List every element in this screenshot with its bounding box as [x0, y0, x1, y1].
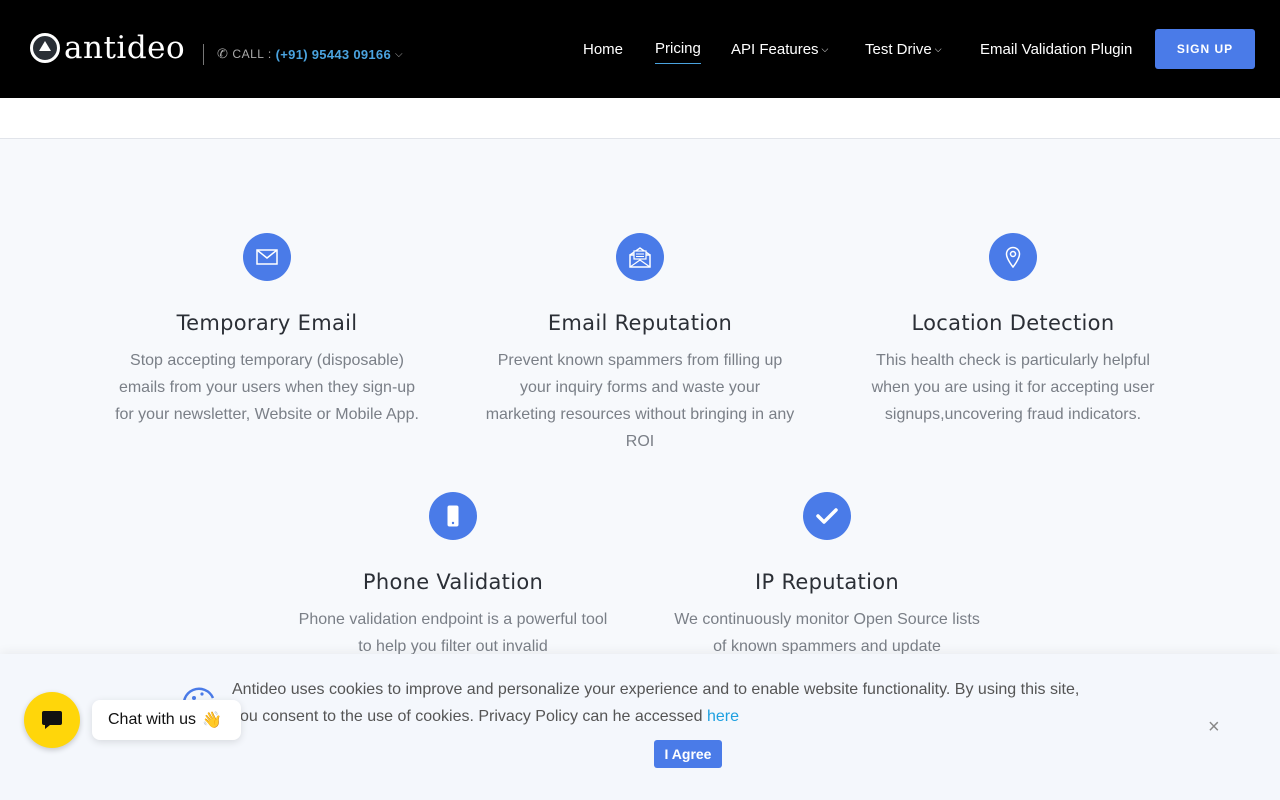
sign-up-button[interactable]: SIGN UP — [1155, 29, 1255, 69]
chat-button[interactable] — [24, 692, 80, 748]
chevron-down-icon: ⌵ — [821, 43, 829, 54]
location-pin-icon — [989, 233, 1037, 281]
privacy-policy-link[interactable]: here — [707, 708, 739, 725]
call-label: CALL : — [232, 47, 272, 61]
nav-home-label: Home — [583, 40, 624, 58]
top-navbar: antideo ✆ CALL : (+91) 95443 09166 ⌵ Hom… — [0, 0, 1280, 98]
feature-title: Phone Validation — [362, 570, 544, 594]
feature-location-detection: Location Detection This health check is … — [858, 233, 1168, 428]
logo-mark-icon — [30, 33, 60, 63]
nav-test-drive[interactable]: Test Drive ⌵ — [865, 38, 942, 60]
feature-description: Phone validation endpoint is a powerful … — [298, 611, 608, 655]
nav-home[interactable]: Home — [583, 38, 623, 60]
white-strip — [0, 98, 1280, 139]
close-icon[interactable]: × — [1208, 716, 1220, 739]
nav-api-features-label: API Features — [731, 40, 819, 58]
mobile-phone-icon — [429, 492, 477, 540]
logo-text: antideo — [64, 30, 186, 66]
feature-email-reputation: Email Reputation Prevent known spammers … — [485, 233, 795, 455]
feature-title: Email Reputation — [547, 311, 733, 335]
feature-title: Location Detection — [911, 311, 1115, 335]
feature-description: We continuously monitor Open Source list… — [674, 611, 980, 655]
envelope-icon — [243, 233, 291, 281]
feature-phone-validation: Phone Validation Phone validation endpoi… — [298, 492, 608, 660]
chat-prompt[interactable]: Chat with us 👋 — [92, 700, 241, 740]
feature-title: IP Reputation — [755, 570, 899, 594]
divider — [203, 44, 204, 65]
call-number[interactable]: (+91) 95443 09166 — [276, 47, 391, 62]
feature-title: Temporary Email — [176, 311, 358, 335]
chat-label: Chat with us — [108, 711, 197, 728]
chevron-down-icon: ⌵ — [395, 48, 404, 60]
phone-icon: ✆ — [217, 46, 229, 61]
feature-description: Stop accepting temporary (disposable) em… — [115, 352, 419, 423]
feature-description: Prevent known spammers from filling up y… — [485, 352, 795, 450]
nav-test-drive-label: Test Drive — [865, 40, 932, 58]
open-envelope-icon — [616, 233, 664, 281]
feature-description: This health check is particularly helpfu… — [871, 352, 1155, 423]
call-info[interactable]: ✆ CALL : (+91) 95443 09166 ⌵ — [217, 46, 403, 62]
nav-pricing[interactable]: Pricing — [655, 38, 701, 64]
chat-bubble-icon — [42, 711, 62, 729]
chevron-down-icon: ⌵ — [934, 43, 942, 54]
nav-email-validation-plugin[interactable]: Email Validation Plugin — [980, 38, 1132, 60]
nav-pricing-label: Pricing — [655, 40, 701, 57]
nav-api-features[interactable]: API Features ⌵ — [731, 38, 828, 60]
check-icon — [803, 492, 851, 540]
feature-ip-reputation: IP Reputation We continuously monitor Op… — [672, 492, 982, 660]
logo[interactable]: antideo — [30, 30, 185, 66]
cookie-message: Antideo uses cookies to improve and pers… — [232, 676, 1092, 730]
waving-hand-icon: 👋 — [202, 712, 222, 729]
agree-button[interactable]: I Agree — [654, 740, 722, 768]
cookie-text: Antideo uses cookies to improve and pers… — [232, 681, 1080, 725]
nav-email-validation-plugin-label: Email Validation Plugin — [980, 40, 1133, 58]
feature-temporary-email: Temporary Email Stop accepting temporary… — [112, 233, 422, 428]
